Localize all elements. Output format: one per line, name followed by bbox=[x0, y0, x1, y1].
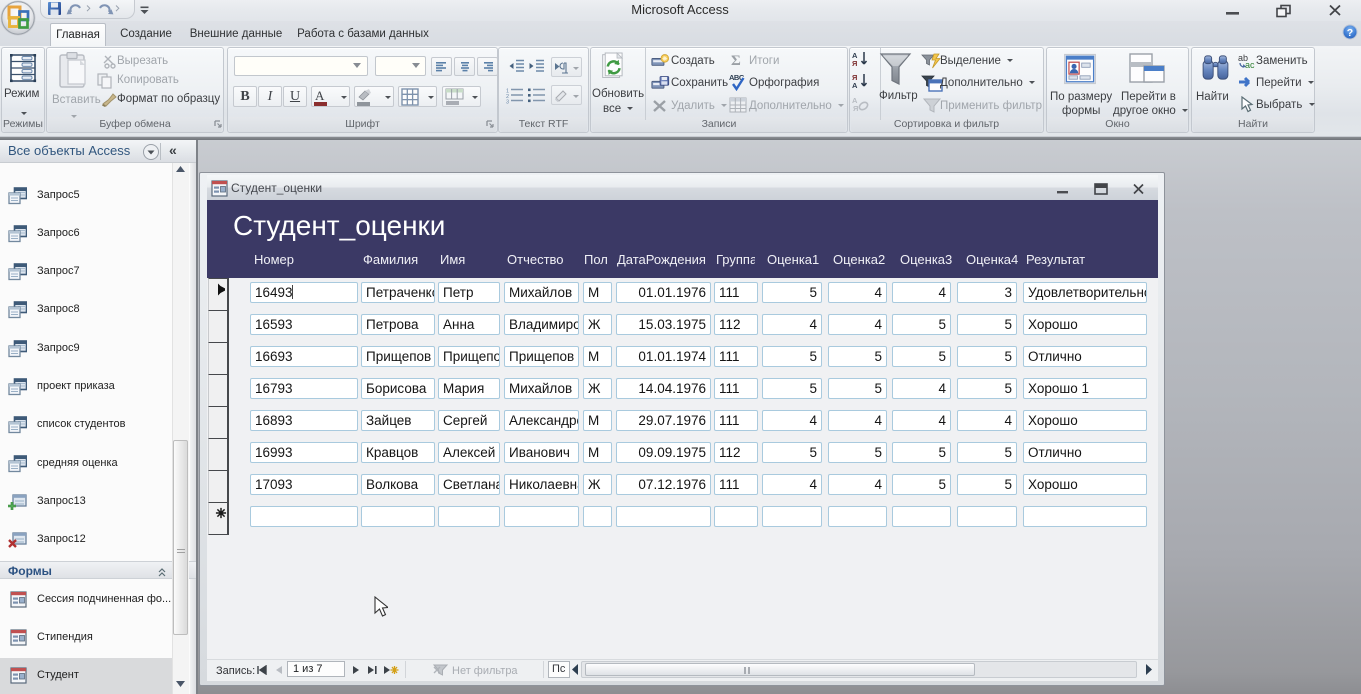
svg-text:?: ? bbox=[1347, 27, 1353, 39]
svg-text:3: 3 bbox=[506, 100, 509, 105]
svg-text:Я: Я bbox=[852, 59, 857, 67]
svg-text:Я: Я bbox=[853, 104, 858, 112]
svg-text:ac: ac bbox=[1245, 60, 1255, 70]
svg-text:А: А bbox=[852, 81, 858, 89]
